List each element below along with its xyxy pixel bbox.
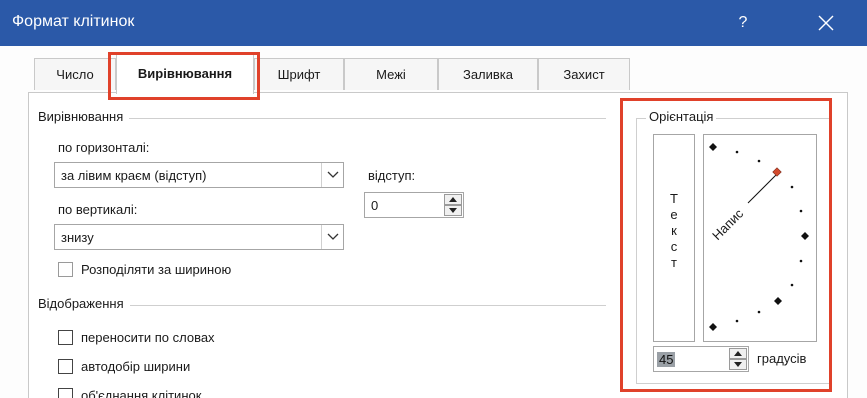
orientation-highlight-frame <box>620 98 832 392</box>
indent-value: 0 <box>371 198 379 213</box>
alignment-section-title: Вирівнювання <box>38 109 130 124</box>
shrink-to-fit-checkbox[interactable]: автодобір ширини <box>58 359 190 374</box>
shrink-to-fit-label: автодобір ширини <box>81 359 191 374</box>
vertical-label: по вертикалі: <box>58 202 138 217</box>
tab-font[interactable]: Шрифт <box>254 58 344 90</box>
horizontal-select[interactable]: за лівим краєм (відступ) <box>54 162 344 188</box>
distribute-checkbox-box[interactable] <box>58 262 73 277</box>
chevron-down-icon <box>327 233 338 240</box>
display-section-title: Відображення <box>38 296 130 311</box>
vertical-select-value: знизу <box>61 230 94 245</box>
wrap-text-label: переносити по словах <box>81 330 215 345</box>
indent-spinner[interactable]: 0 <box>364 192 464 218</box>
wrap-text-checkbox-box[interactable] <box>58 330 73 345</box>
spin-up-icon[interactable] <box>444 194 462 205</box>
shrink-to-fit-checkbox-box[interactable] <box>58 359 73 374</box>
indent-spin-buttons[interactable] <box>444 194 462 216</box>
tab-fill[interactable]: Заливка <box>438 58 538 90</box>
tab-protection[interactable]: Захист <box>538 58 630 90</box>
horizontal-select-value: за лівим краєм (відступ) <box>61 168 207 183</box>
horizontal-select-dropdown[interactable] <box>321 163 343 187</box>
tab-alignment[interactable]: Вирівнювання <box>116 52 254 94</box>
chevron-down-icon <box>327 171 338 178</box>
merge-cells-checkbox-box[interactable] <box>58 388 73 398</box>
distribute-checkbox[interactable]: Розподіляти за шириною <box>58 262 231 277</box>
window-title: Формат клітинок <box>12 13 135 30</box>
vertical-select[interactable]: знизу <box>54 224 344 250</box>
tab-border[interactable]: Межі <box>344 58 438 90</box>
title-bar: Формат клітинок ? <box>0 0 867 46</box>
merge-cells-label: об'єднання клітинок <box>81 388 202 398</box>
close-icon <box>818 15 834 31</box>
vertical-select-dropdown[interactable] <box>321 225 343 249</box>
distribute-label: Розподіляти за шириною <box>81 262 232 277</box>
help-button[interactable]: ? <box>728 10 758 36</box>
indent-label: відступ: <box>368 168 416 183</box>
horizontal-label: по горизонталі: <box>58 140 150 155</box>
spin-down-icon[interactable] <box>444 205 462 216</box>
merge-cells-checkbox[interactable]: об'єднання клітинок <box>58 388 201 398</box>
tab-number[interactable]: Число <box>34 58 116 90</box>
close-button[interactable] <box>808 10 844 36</box>
wrap-text-checkbox[interactable]: переносити по словах <box>58 330 215 345</box>
